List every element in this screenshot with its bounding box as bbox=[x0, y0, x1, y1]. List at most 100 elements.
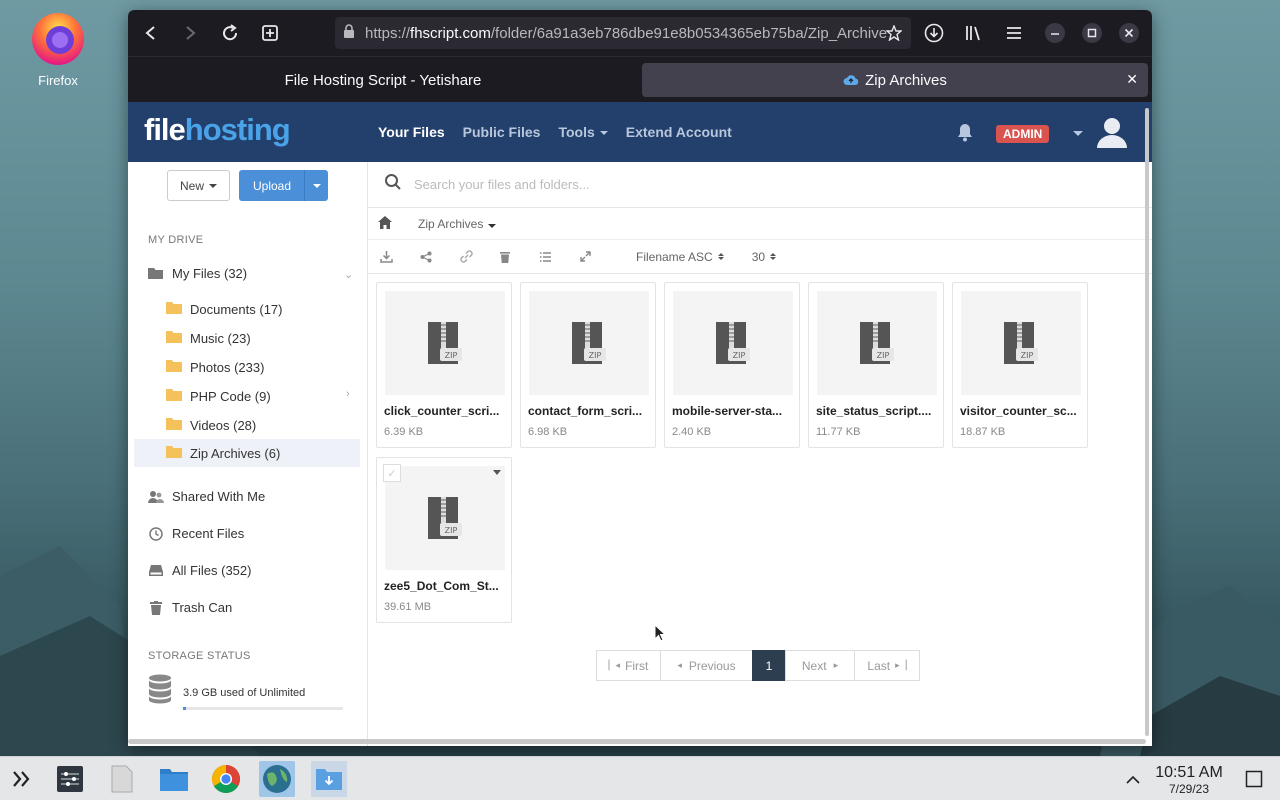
nav-your-files[interactable]: Your Files bbox=[378, 124, 445, 140]
menu-hamburger-icon[interactable] bbox=[1000, 19, 1028, 47]
maximize-icon[interactable] bbox=[1078, 19, 1106, 47]
file-size: 2.40 KB bbox=[672, 426, 712, 438]
bookmark-star-icon[interactable] bbox=[880, 19, 908, 47]
sidebar-item-all-files[interactable]: All Files (352) bbox=[148, 563, 251, 578]
folder-videos[interactable]: Videos (28) bbox=[166, 417, 366, 433]
new-tab-icon[interactable] bbox=[256, 19, 284, 47]
pagination: ▏◂ First ◂ Previous 1 Next ▸ Last ▸▕ bbox=[596, 650, 920, 681]
url-path: /folder/6a91a3eb786dbe91e8b0534365eb75ba… bbox=[490, 24, 888, 42]
close-window-icon[interactable] bbox=[1115, 19, 1143, 47]
search-input[interactable] bbox=[414, 177, 1014, 192]
select-checkbox[interactable]: ✓ bbox=[383, 464, 401, 482]
file-menu-chevron-icon[interactable] bbox=[493, 470, 501, 475]
site-logo[interactable]: filehosting bbox=[144, 112, 291, 148]
upload-options-chevron-icon[interactable] bbox=[304, 170, 328, 201]
sort-select[interactable]: Filename ASC bbox=[636, 250, 724, 264]
nav-extend-account[interactable]: Extend Account bbox=[626, 124, 732, 140]
file-name[interactable]: click_counter_scri... bbox=[384, 404, 508, 418]
breadcrumb: Zip Archives bbox=[368, 208, 1152, 240]
pager-current-page[interactable]: 1 bbox=[752, 650, 786, 681]
breadcrumb-current-folder[interactable]: Zip Archives bbox=[418, 217, 497, 231]
show-desktop-icon[interactable] bbox=[1236, 761, 1272, 797]
library-icon[interactable] bbox=[960, 19, 988, 47]
admin-badge: ADMIN bbox=[996, 125, 1050, 143]
nav-tools[interactable]: Tools bbox=[558, 124, 608, 140]
folder-photos[interactable]: Photos (233) bbox=[166, 359, 366, 375]
sidebar-item-recent-files[interactable]: Recent Files bbox=[148, 526, 244, 541]
zip-file-icon: ZIP bbox=[385, 291, 505, 395]
sidebar-item-shared-with-me[interactable]: Shared With Me bbox=[148, 489, 265, 504]
avatar[interactable] bbox=[1094, 114, 1130, 155]
sidebar-item-my-files[interactable]: My Files (32) bbox=[148, 266, 247, 281]
file-name[interactable]: contact_form_scri... bbox=[528, 404, 652, 418]
url-bar[interactable]: https://fhscript.com/folder/6a91a3eb786d… bbox=[335, 17, 911, 49]
tab-file-hosting-script[interactable]: File Hosting Script - Yetishare bbox=[130, 63, 636, 97]
tab-zip-archives[interactable]: Zip Archives ✕ bbox=[642, 63, 1148, 97]
first-page-icon: ▏◂ bbox=[608, 660, 621, 670]
file-card[interactable]: ZIP ✓ zee5_Dot_Com_St... 39.61 MB bbox=[376, 457, 512, 623]
desktop-firefox-shortcut[interactable]: Firefox bbox=[22, 8, 94, 88]
file-size: 18.87 KB bbox=[960, 426, 1006, 438]
chevron-down-icon bbox=[209, 183, 217, 188]
list-view-icon[interactable] bbox=[540, 251, 580, 262]
zip-file-icon: ZIP bbox=[961, 291, 1081, 395]
downloads-icon[interactable] bbox=[920, 19, 948, 47]
share-icon[interactable] bbox=[420, 251, 460, 263]
file-card[interactable]: ZIP site_status_script.... 11.77 KB bbox=[808, 282, 944, 448]
home-icon[interactable] bbox=[378, 215, 392, 232]
minimize-icon[interactable] bbox=[1041, 19, 1069, 47]
file-name[interactable]: zee5_Dot_Com_St... bbox=[384, 579, 508, 593]
folder-php-code[interactable]: PHP Code (9) bbox=[166, 388, 366, 404]
download-icon[interactable] bbox=[380, 250, 420, 263]
svg-text:ZIP: ZIP bbox=[877, 351, 890, 360]
file-name[interactable]: site_status_script.... bbox=[816, 404, 940, 418]
back-icon[interactable] bbox=[137, 19, 165, 47]
file-card[interactable]: ZIP visitor_counter_sc... 18.87 KB bbox=[952, 282, 1088, 448]
file-card[interactable]: ZIP click_counter_scri... 6.39 KB bbox=[376, 282, 512, 448]
pager-next[interactable]: Next ▸ bbox=[785, 650, 855, 681]
folder-icon bbox=[166, 301, 182, 317]
notification-bell-icon[interactable] bbox=[956, 122, 974, 147]
file-name[interactable]: mobile-server-sta... bbox=[672, 404, 796, 418]
sidebar-item-trash-can[interactable]: Trash Can bbox=[148, 600, 232, 615]
collapse-chevron-icon[interactable]: ⌄ bbox=[344, 268, 353, 281]
file-name[interactable]: visitor_counter_sc... bbox=[960, 404, 1084, 418]
folder-documents[interactable]: Documents (17) bbox=[166, 301, 366, 317]
upload-button[interactable]: Upload bbox=[239, 170, 328, 201]
pager-first[interactable]: ▏◂ First bbox=[596, 650, 661, 681]
desktop-firefox-label: Firefox bbox=[38, 73, 78, 88]
chrome-icon[interactable] bbox=[208, 761, 244, 797]
clock[interactable]: 10:51 AM 7/29/23 bbox=[1150, 764, 1228, 796]
users-icon bbox=[148, 490, 164, 504]
file-card[interactable]: ZIP mobile-server-sta... 2.40 KB bbox=[664, 282, 800, 448]
svg-text:ZIP: ZIP bbox=[445, 351, 458, 360]
forward-icon[interactable] bbox=[176, 19, 204, 47]
nav-public-files[interactable]: Public Files bbox=[463, 124, 541, 140]
new-button[interactable]: New bbox=[167, 170, 230, 201]
fullscreen-icon[interactable] bbox=[580, 251, 620, 262]
browser-globe-icon[interactable] bbox=[259, 761, 295, 797]
trash-icon[interactable] bbox=[500, 251, 540, 263]
tab-label: File Hosting Script - Yetishare bbox=[284, 71, 482, 89]
system-settings-icon[interactable] bbox=[52, 761, 88, 797]
horizontal-scrollbar[interactable] bbox=[128, 739, 1146, 744]
folder-music[interactable]: Music (23) bbox=[166, 330, 366, 346]
per-page-select[interactable]: 30 bbox=[752, 250, 777, 264]
downloads-folder-icon[interactable] bbox=[311, 761, 347, 797]
link-icon[interactable] bbox=[460, 250, 500, 263]
expand-chevron-icon[interactable]: › bbox=[346, 388, 350, 400]
file-size: 39.61 MB bbox=[384, 601, 432, 613]
folder-zip-archives[interactable]: Zip Archives (6) bbox=[134, 439, 360, 467]
pager-last[interactable]: Last ▸▕ bbox=[854, 650, 920, 681]
system-tray-expand-icon[interactable] bbox=[1115, 761, 1151, 797]
file-card[interactable]: ZIP contact_form_scri... 6.98 KB bbox=[520, 282, 656, 448]
account-chevron-down-icon[interactable] bbox=[1073, 131, 1083, 136]
tab-label: Zip Archives bbox=[865, 71, 947, 89]
file-manager-icon[interactable] bbox=[156, 761, 192, 797]
vertical-scrollbar[interactable] bbox=[1145, 108, 1149, 736]
close-tab-icon[interactable]: ✕ bbox=[1126, 71, 1138, 88]
app-launcher-icon[interactable] bbox=[4, 761, 40, 797]
text-file-icon[interactable] bbox=[104, 761, 140, 797]
reload-icon[interactable] bbox=[216, 19, 244, 47]
pager-previous[interactable]: ◂ Previous bbox=[660, 650, 753, 681]
